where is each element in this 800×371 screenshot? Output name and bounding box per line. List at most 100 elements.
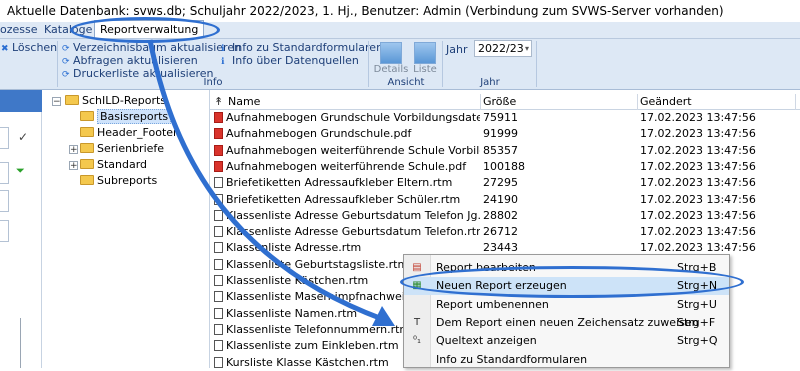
cell-size: 100188 bbox=[483, 159, 525, 173]
expand-icon[interactable]: + bbox=[69, 161, 78, 171]
list-header: ↟ Name Größe Geändert bbox=[210, 94, 800, 110]
report-file-icon bbox=[214, 209, 223, 221]
cell-name: Aufnahmebogen weiterführende Schule Vorb… bbox=[214, 143, 480, 159]
table-row[interactable]: Briefetiketten Adressaufkleber Eltern.rt… bbox=[210, 175, 800, 191]
cell-name: Klassenliste Adresse Geburtsdatum Telefo… bbox=[214, 224, 480, 240]
file-name: Briefetiketten Adressaufkleber Schüler.r… bbox=[226, 192, 461, 206]
list-label: Liste bbox=[413, 64, 437, 75]
column-divider[interactable] bbox=[480, 94, 481, 110]
folder-icon bbox=[80, 127, 94, 137]
highlight-oval-menu-item bbox=[400, 266, 744, 298]
menu-prozesse[interactable]: ozesse bbox=[0, 23, 38, 37]
cell-modified: 17.02.2023 13:47:56 bbox=[640, 192, 756, 206]
folder-icon bbox=[80, 175, 94, 185]
tree-node-standard[interactable]: Standard bbox=[80, 158, 147, 172]
column-divider[interactable] bbox=[637, 94, 638, 110]
ribbon-separator bbox=[57, 41, 58, 87]
file-name: Klassenliste Kästchen.rtm bbox=[226, 274, 369, 287]
tree-node-root[interactable]: SchILD-Reports bbox=[65, 94, 166, 108]
year-group-label: Jahr bbox=[480, 77, 500, 88]
year-value: 2022/23 bbox=[478, 42, 524, 55]
file-name: Klassenliste zum Einkleben.rtm bbox=[226, 339, 399, 353]
file-name: Klassenliste Adresse.rtm bbox=[226, 241, 362, 255]
file-name: Klassenliste Namen.rtm bbox=[226, 306, 358, 320]
context-menu-item[interactable]: Info zu Standardformularen bbox=[404, 351, 729, 369]
report-tree: − SchILD-Reports Basisreports Header_Foo… bbox=[42, 90, 210, 368]
info-datenquellen-link[interactable]: ℹ Info über Datenquellen bbox=[221, 54, 359, 69]
cell-name: Aufnahmebogen weiterführende Schule.pdf bbox=[214, 159, 480, 175]
report-file-icon bbox=[214, 275, 223, 286]
report-file-icon bbox=[214, 323, 223, 335]
pdf-file-icon bbox=[214, 128, 223, 140]
tree-node-header-footer[interactable]: Header_Footer bbox=[80, 126, 178, 140]
report-file-icon bbox=[214, 291, 223, 303]
file-name: Klassenliste Adresse Geburtsdatum Telefo… bbox=[226, 208, 480, 222]
list-view-button[interactable]: Liste bbox=[410, 42, 440, 75]
column-header-name[interactable]: Name bbox=[228, 95, 260, 109]
left-panel-field[interactable] bbox=[0, 127, 9, 149]
file-name: Aufnahmebogen Grundschule Vorbildungsdat… bbox=[226, 111, 480, 124]
left-panel-field[interactable] bbox=[0, 190, 9, 212]
info-icon: ℹ bbox=[221, 57, 225, 67]
tree-node-label: Basisreports bbox=[97, 109, 172, 124]
tree-node-label: Standard bbox=[97, 158, 148, 171]
table-row[interactable]: Briefetiketten Adressaufkleber Schüler.r… bbox=[210, 192, 800, 208]
ribbon: ✖ Löschen ⟳ Verzeichnisbaum aktualisieren … bbox=[0, 39, 800, 90]
report-file-icon bbox=[214, 340, 223, 352]
refresh-queries-label: Abfragen aktualisieren bbox=[73, 54, 198, 67]
filter-icon[interactable]: ⏷ bbox=[16, 164, 25, 178]
cell-name: Klassenliste Adresse Geburtsdatum Telefo… bbox=[214, 208, 480, 224]
tree-node-subreports[interactable]: Subreports bbox=[80, 174, 157, 188]
table-row[interactable]: Aufnahmebogen weiterführende Schule.pdf 1… bbox=[210, 159, 800, 175]
highlight-oval-tab bbox=[70, 17, 220, 43]
scroll-line bbox=[20, 318, 21, 368]
menu-item-shortcut: Strg+U bbox=[677, 297, 717, 311]
cell-name: Briefetiketten Adressaufkleber Schüler.r… bbox=[214, 192, 480, 208]
file-name: Kursliste Klasse Kästchen.rtm bbox=[226, 355, 389, 369]
tree-node-label: Serienbriefe bbox=[97, 142, 165, 155]
menu-item-label: Info zu Standardformularen bbox=[436, 352, 588, 366]
table-row[interactable]: Klassenliste Adresse Geburtsdatum Telefo… bbox=[210, 224, 800, 240]
left-panel-field[interactable] bbox=[0, 220, 9, 242]
column-divider[interactable] bbox=[795, 94, 796, 110]
tree-node-basisreports[interactable]: Basisreports bbox=[80, 109, 172, 124]
delete-icon: ✖ bbox=[1, 44, 9, 54]
tree-node-serienbriefe[interactable]: Serienbriefe bbox=[80, 142, 164, 156]
menu-item-shortcut: Strg+F bbox=[677, 315, 716, 329]
ribbon-separator bbox=[368, 41, 369, 87]
year-label: Jahr bbox=[446, 43, 468, 56]
table-row[interactable]: Klassenliste Adresse Geburtsdatum Telefo… bbox=[210, 208, 800, 224]
expand-icon[interactable]: + bbox=[69, 145, 78, 155]
report-file-icon bbox=[214, 307, 223, 319]
cell-name: Aufnahmebogen Grundschule.pdf bbox=[214, 126, 480, 142]
pdf-file-icon bbox=[214, 144, 223, 156]
cell-modified: 17.02.2023 13:47:56 bbox=[640, 225, 756, 239]
source-icon: ⁰₁ bbox=[412, 335, 422, 347]
table-row[interactable]: Aufnahmebogen weiterführende Schule Vorb… bbox=[210, 143, 800, 159]
delete-button[interactable]: ✖ Löschen bbox=[1, 41, 57, 56]
ribbon-separator bbox=[442, 41, 443, 87]
column-header-size[interactable]: Größe bbox=[483, 95, 516, 109]
context-menu-item[interactable]: ⁰₁ Queltext anzeigen Strg+Q bbox=[404, 332, 729, 350]
table-row[interactable]: Aufnahmebogen Grundschule Vorbildungsdat… bbox=[210, 110, 800, 126]
pdf-file-icon bbox=[214, 112, 223, 123]
file-name: Klassenliste Geburtstagsliste.rtm bbox=[226, 257, 409, 271]
info-standardformulare-label: Info zu Standardformularen bbox=[232, 41, 384, 54]
file-name: Briefetiketten Adressaufkleber Eltern.rt… bbox=[226, 176, 453, 190]
cell-modified: 17.02.2023 13:47:56 bbox=[640, 143, 756, 157]
column-header-modified[interactable]: Geändert bbox=[640, 95, 692, 109]
file-name: Aufnahmebogen weiterführende Schule.pdf bbox=[226, 159, 467, 173]
tree-node-label: Subreports bbox=[97, 174, 158, 187]
file-name: Klassenliste Telefonnummern.rtm bbox=[226, 322, 411, 336]
context-menu-item[interactable]: T Dem Report einen neuen Zeichensatz zuwe… bbox=[404, 314, 729, 332]
file-name: Aufnahmebogen weiterführende Schule Vorb… bbox=[226, 143, 480, 157]
context-menu-item[interactable]: Report umbenennen Strg+U bbox=[404, 296, 729, 314]
cell-size: 26712 bbox=[483, 225, 518, 239]
table-row[interactable]: Aufnahmebogen Grundschule.pdf 91999 17.02.… bbox=[210, 126, 800, 142]
info-datenquellen-label: Info über Datenquellen bbox=[232, 54, 359, 67]
collapse-icon[interactable]: − bbox=[52, 97, 61, 107]
left-panel-field[interactable] bbox=[0, 162, 9, 184]
details-view-button[interactable]: Details bbox=[374, 42, 408, 75]
year-select[interactable]: 2022/23 ▾ bbox=[474, 40, 532, 57]
view-group-label: Ansicht bbox=[387, 77, 425, 88]
